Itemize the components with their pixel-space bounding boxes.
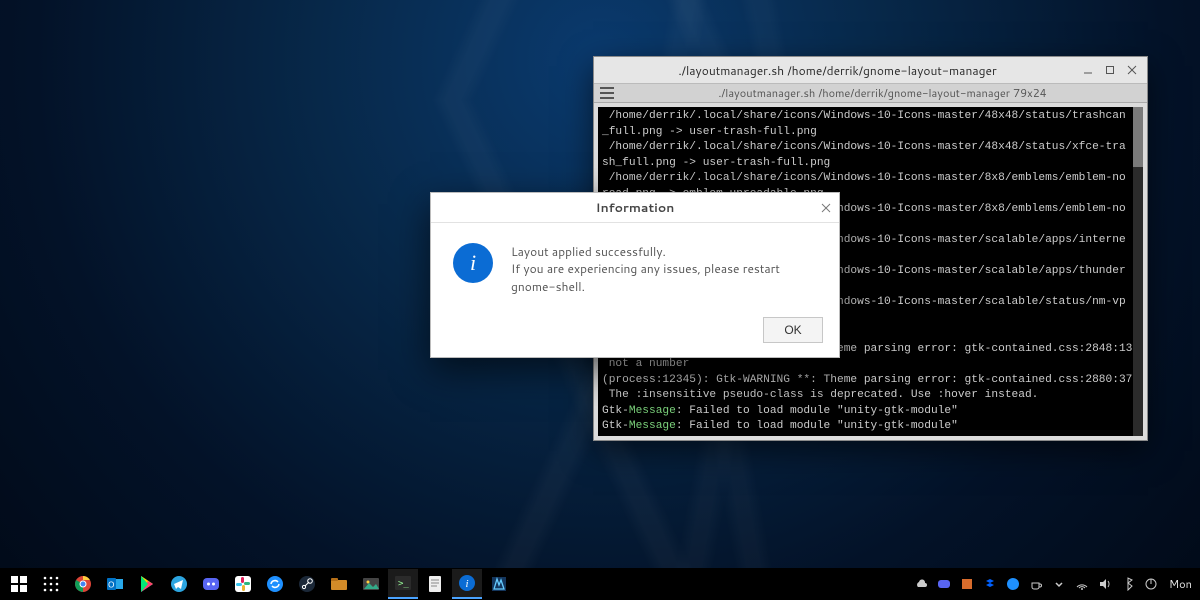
file-manager-icon[interactable] bbox=[324, 569, 354, 599]
zenity-dialog-taskbar-icon[interactable]: i bbox=[452, 569, 482, 599]
tray-power-icon[interactable] bbox=[1142, 575, 1160, 593]
outlook-icon[interactable]: O bbox=[100, 569, 130, 599]
close-button[interactable] bbox=[1123, 61, 1141, 79]
system-tray: Mon bbox=[912, 575, 1196, 593]
taskbar[interactable]: O bbox=[0, 568, 1200, 600]
chrome-icon[interactable] bbox=[68, 569, 98, 599]
virtualbox-icon[interactable] bbox=[484, 569, 514, 599]
dialog-titlebar[interactable]: Information bbox=[431, 193, 839, 223]
ok-button[interactable]: OK bbox=[763, 317, 823, 343]
dialog-close-button[interactable] bbox=[821, 200, 831, 218]
dialog-button-row: OK bbox=[431, 317, 839, 357]
tray-volume-icon[interactable] bbox=[1096, 575, 1114, 593]
image-viewer-icon[interactable] bbox=[356, 569, 386, 599]
start-button[interactable] bbox=[4, 569, 34, 599]
steam-icon[interactable] bbox=[292, 569, 322, 599]
terminal-subtitle: ./layoutmanager.sh /home/derrik/gnome-la… bbox=[624, 85, 1141, 101]
desktop: ./layoutmanager.sh /home/derrik/gnome-la… bbox=[0, 0, 1200, 600]
terminal-tabbar: ./layoutmanager.sh /home/derrik/gnome-la… bbox=[594, 83, 1147, 103]
terminal-taskbar-icon[interactable]: >_ bbox=[388, 569, 418, 599]
terminal-titlebar[interactable]: ./layoutmanager.sh /home/derrik/gnome-la… bbox=[594, 57, 1147, 83]
tray-dropbox-icon[interactable] bbox=[981, 575, 999, 593]
taskbar-left: O bbox=[4, 569, 514, 599]
telegram-icon[interactable] bbox=[164, 569, 194, 599]
terminal-title: ./layoutmanager.sh /home/derrik/gnome-la… bbox=[600, 62, 1075, 79]
menu-icon[interactable] bbox=[600, 87, 614, 99]
info-icon: i bbox=[453, 243, 493, 283]
dialog-line-2: If you are experiencing any issues, plea… bbox=[511, 260, 817, 295]
slack-icon[interactable] bbox=[228, 569, 258, 599]
tray-sync-icon[interactable] bbox=[1004, 575, 1022, 593]
tray-discord-icon[interactable] bbox=[935, 575, 953, 593]
sync-icon[interactable] bbox=[260, 569, 290, 599]
dialog-body: i Layout applied successfully. If you ar… bbox=[431, 223, 839, 317]
tray-cloud-icon[interactable] bbox=[912, 575, 930, 593]
dialog-title: Information bbox=[431, 199, 839, 217]
svg-text:i: i bbox=[465, 578, 468, 590]
dialog-line-1: Layout applied successfully. bbox=[511, 243, 817, 260]
tray-bluetooth-icon[interactable] bbox=[1119, 575, 1137, 593]
tray-updates-icon[interactable] bbox=[958, 575, 976, 593]
svg-text:O: O bbox=[108, 581, 114, 590]
text-editor-icon[interactable] bbox=[420, 569, 450, 599]
discord-icon[interactable] bbox=[196, 569, 226, 599]
tray-network-icon[interactable] bbox=[1073, 575, 1091, 593]
minimize-button[interactable] bbox=[1079, 61, 1097, 79]
maximize-button[interactable] bbox=[1101, 61, 1119, 79]
svg-text:>_: >_ bbox=[398, 579, 409, 589]
dialog-message: Layout applied successfully. If you are … bbox=[511, 243, 817, 295]
apps-grid-icon[interactable] bbox=[36, 569, 66, 599]
tray-caffeine-icon[interactable] bbox=[1027, 575, 1045, 593]
play-store-icon[interactable] bbox=[132, 569, 162, 599]
tray-chevron-icon[interactable] bbox=[1050, 575, 1068, 593]
taskbar-clock[interactable]: Mon bbox=[1165, 576, 1196, 592]
information-dialog: Information i Layout applied successfull… bbox=[430, 192, 840, 358]
terminal-scroll-thumb[interactable] bbox=[1133, 107, 1143, 167]
terminal-scrollbar[interactable] bbox=[1133, 107, 1143, 436]
